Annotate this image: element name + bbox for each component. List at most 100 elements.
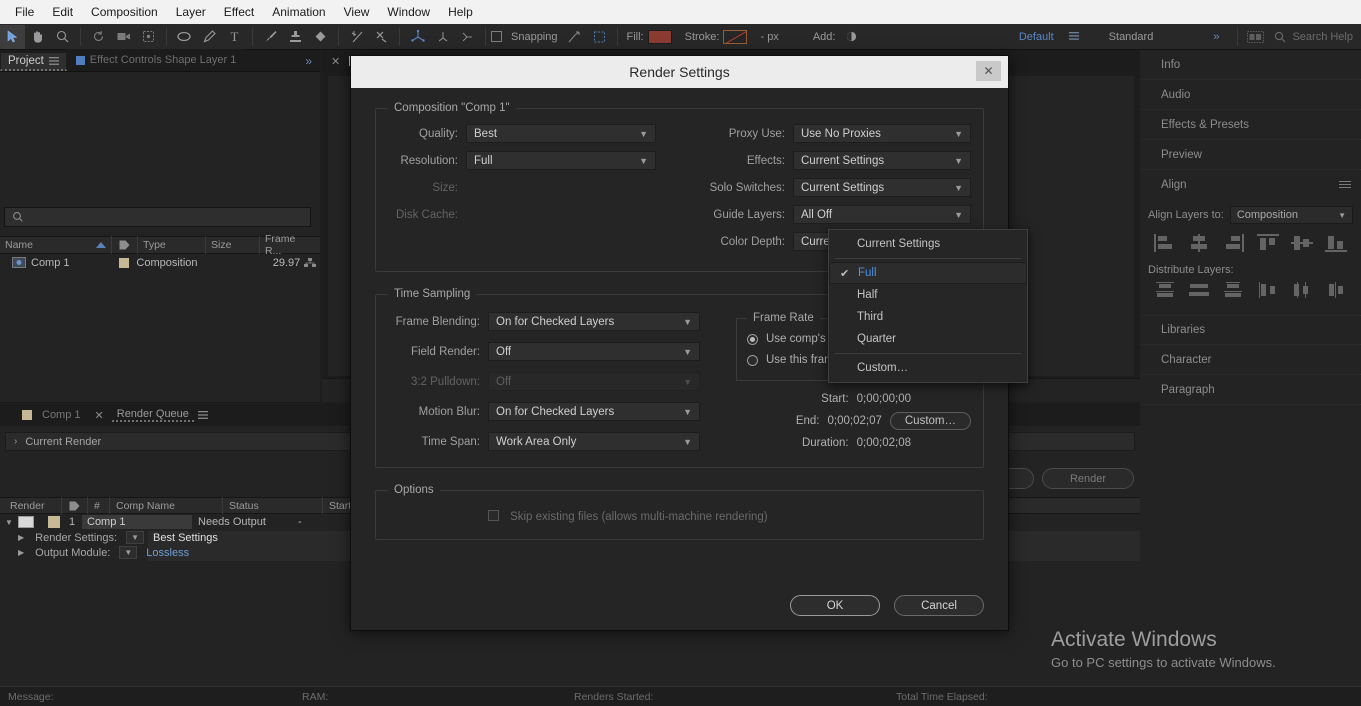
item-comp-name[interactable]: Comp 1 [82,515,192,529]
sidebar-panel-preview[interactable]: Preview [1140,140,1361,170]
menu-item-window[interactable]: Window [378,2,439,22]
workspace-standard[interactable]: Standard [1101,31,1162,43]
effects-select[interactable]: Current Settings ▼ [793,151,971,170]
frame-blending-select[interactable]: On for Checked Layers ▼ [488,312,700,331]
distribute-vertical-center-icon[interactable] [1188,281,1210,299]
workspace-default[interactable]: Default [1011,31,1062,43]
tab-project[interactable]: Project [0,52,67,71]
label-color-swatch[interactable] [118,257,129,268]
search-help-box[interactable]: Search Help [1268,31,1353,43]
align-layers-to-select[interactable]: Composition ▼ [1229,206,1353,224]
sidebar-panel-effects-presets[interactable]: Effects & Presets [1140,110,1361,140]
workspace-adjust-icon[interactable] [1243,25,1268,49]
menu-item-file[interactable]: File [6,2,43,22]
project-col-name[interactable]: Name [0,236,112,254]
snapping-bounds-icon[interactable] [587,25,612,49]
render-checkbox[interactable] [18,516,34,528]
distribute-bottom-icon[interactable] [1222,281,1244,299]
render-settings-dropdown-icon[interactable]: ▼ [126,531,145,544]
cancel-button[interactable]: Cancel [894,595,984,616]
rotation-tool-icon[interactable] [86,25,111,49]
item-label-color[interactable] [48,516,60,528]
use-this-framerate-radio[interactable] [747,354,758,366]
menu-item-help[interactable]: Help [439,2,482,22]
menu-item-animation[interactable]: Animation [263,2,334,22]
field-render-select[interactable]: Off ▼ [488,342,700,361]
sidebar-panel-align[interactable]: Align [1140,170,1361,200]
snapping-angle-icon[interactable] [562,25,587,49]
render-queue-menu-icon[interactable] [197,410,208,420]
snapping-checkbox[interactable] [491,31,502,42]
type-tool-icon[interactable]: T [222,25,247,49]
expander-icon[interactable]: › [14,436,17,447]
rq-col-status[interactable]: Status [223,497,323,514]
sidebar-panel-audio[interactable]: Audio [1140,80,1361,110]
axis-tool-2-icon[interactable] [430,25,455,49]
distribute-top-icon[interactable] [1154,281,1176,299]
output-module-dropdown-icon[interactable]: ▼ [119,546,138,559]
align-bottom-icon[interactable] [1324,234,1347,252]
rq-col-number[interactable]: # [88,497,110,514]
output-module-value[interactable]: Lossless [142,547,189,559]
stroke-color-swatch[interactable] [723,29,748,44]
solo-switches-select[interactable]: Current Settings ▼ [793,178,971,197]
stroke-width-value[interactable]: - px [756,31,782,43]
pen-tool-icon[interactable] [197,25,222,49]
pan-behind-tool-icon[interactable] [136,25,161,49]
render-button[interactable]: Render [1042,468,1134,489]
fill-color-swatch[interactable] [647,29,672,44]
guide-layers-select[interactable]: All Off ▼ [793,205,971,224]
distribute-left-icon[interactable] [1257,281,1279,299]
item-expander-icon[interactable]: ▼ [0,518,18,527]
camera-target-icon[interactable] [455,25,480,49]
quality-select[interactable]: Best ▼ [466,124,656,143]
motion-blur-select[interactable]: On for Checked Layers ▼ [488,402,700,421]
use-comp-framerate-radio[interactable] [747,333,758,345]
align-right-icon[interactable] [1222,234,1245,252]
dropdown-item-current-settings[interactable]: Current Settings [829,233,1027,255]
ok-button[interactable]: OK [790,595,880,616]
project-search-input[interactable] [4,207,311,227]
dropdown-item-half[interactable]: Half [829,284,1027,306]
brush-tool-icon[interactable] [258,25,283,49]
sidebar-panel-info[interactable]: Info [1140,50,1361,80]
align-top-icon[interactable] [1256,234,1279,252]
align-vertical-center-icon[interactable] [1290,234,1313,252]
align-horizontal-center-icon[interactable] [1188,234,1210,252]
distribute-right-icon[interactable] [1325,281,1347,299]
proxy-use-select[interactable]: Use No Proxies ▼ [793,124,971,143]
menu-item-composition[interactable]: Composition [82,2,167,22]
output-module-expander-icon[interactable]: ▶ [18,548,24,557]
distribute-horizontal-center-icon[interactable] [1291,281,1313,299]
rq-col-compname[interactable]: Comp Name [110,497,223,514]
axis-tool-icon[interactable] [405,25,430,49]
tab-effect-controls[interactable]: Effect Controls Shape Layer 1 [66,49,246,71]
menu-item-layer[interactable]: Layer [167,2,215,22]
eraser-tool-icon[interactable] [308,25,333,49]
render-settings-value[interactable]: Best Settings [149,532,218,544]
roto-brush-tool-icon[interactable] [369,25,394,49]
sidebar-panel-paragraph[interactable]: Paragraph [1140,375,1361,405]
skip-existing-row[interactable]: Skip existing files (allows multi-machin… [388,510,971,523]
resolution-select[interactable]: Full ▼ [466,151,656,170]
menu-item-effect[interactable]: Effect [215,2,263,22]
dropdown-item-full[interactable]: ✔ Full [829,262,1027,284]
camera-tool-icon[interactable] [111,25,136,49]
tab-comp1-label[interactable]: Comp 1 [36,409,87,421]
tab-close-icon[interactable]: ✕ [327,55,344,68]
project-col-size[interactable]: Size [206,236,260,254]
workspace-overflow[interactable]: » [1205,31,1227,43]
sidebar-panel-character[interactable]: Character [1140,345,1361,375]
rq-col-render[interactable]: Render [0,497,62,514]
menu-item-view[interactable]: View [335,2,379,22]
menu-item-edit[interactable]: Edit [43,2,82,22]
panel-menu-icon[interactable] [48,56,59,66]
dropdown-item-custom[interactable]: Custom… [829,357,1027,379]
project-list-item[interactable]: Comp 1 Composition 29.97 [0,254,320,271]
project-col-type[interactable]: Type [138,236,206,254]
snapping-toggle[interactable]: Snapping [491,31,562,43]
dropdown-item-quarter[interactable]: Quarter [829,328,1027,350]
project-tabs-overflow[interactable]: » [305,54,320,71]
align-panel-menu-icon[interactable] [1339,181,1351,189]
puppet-pin-tool-icon[interactable] [344,25,369,49]
